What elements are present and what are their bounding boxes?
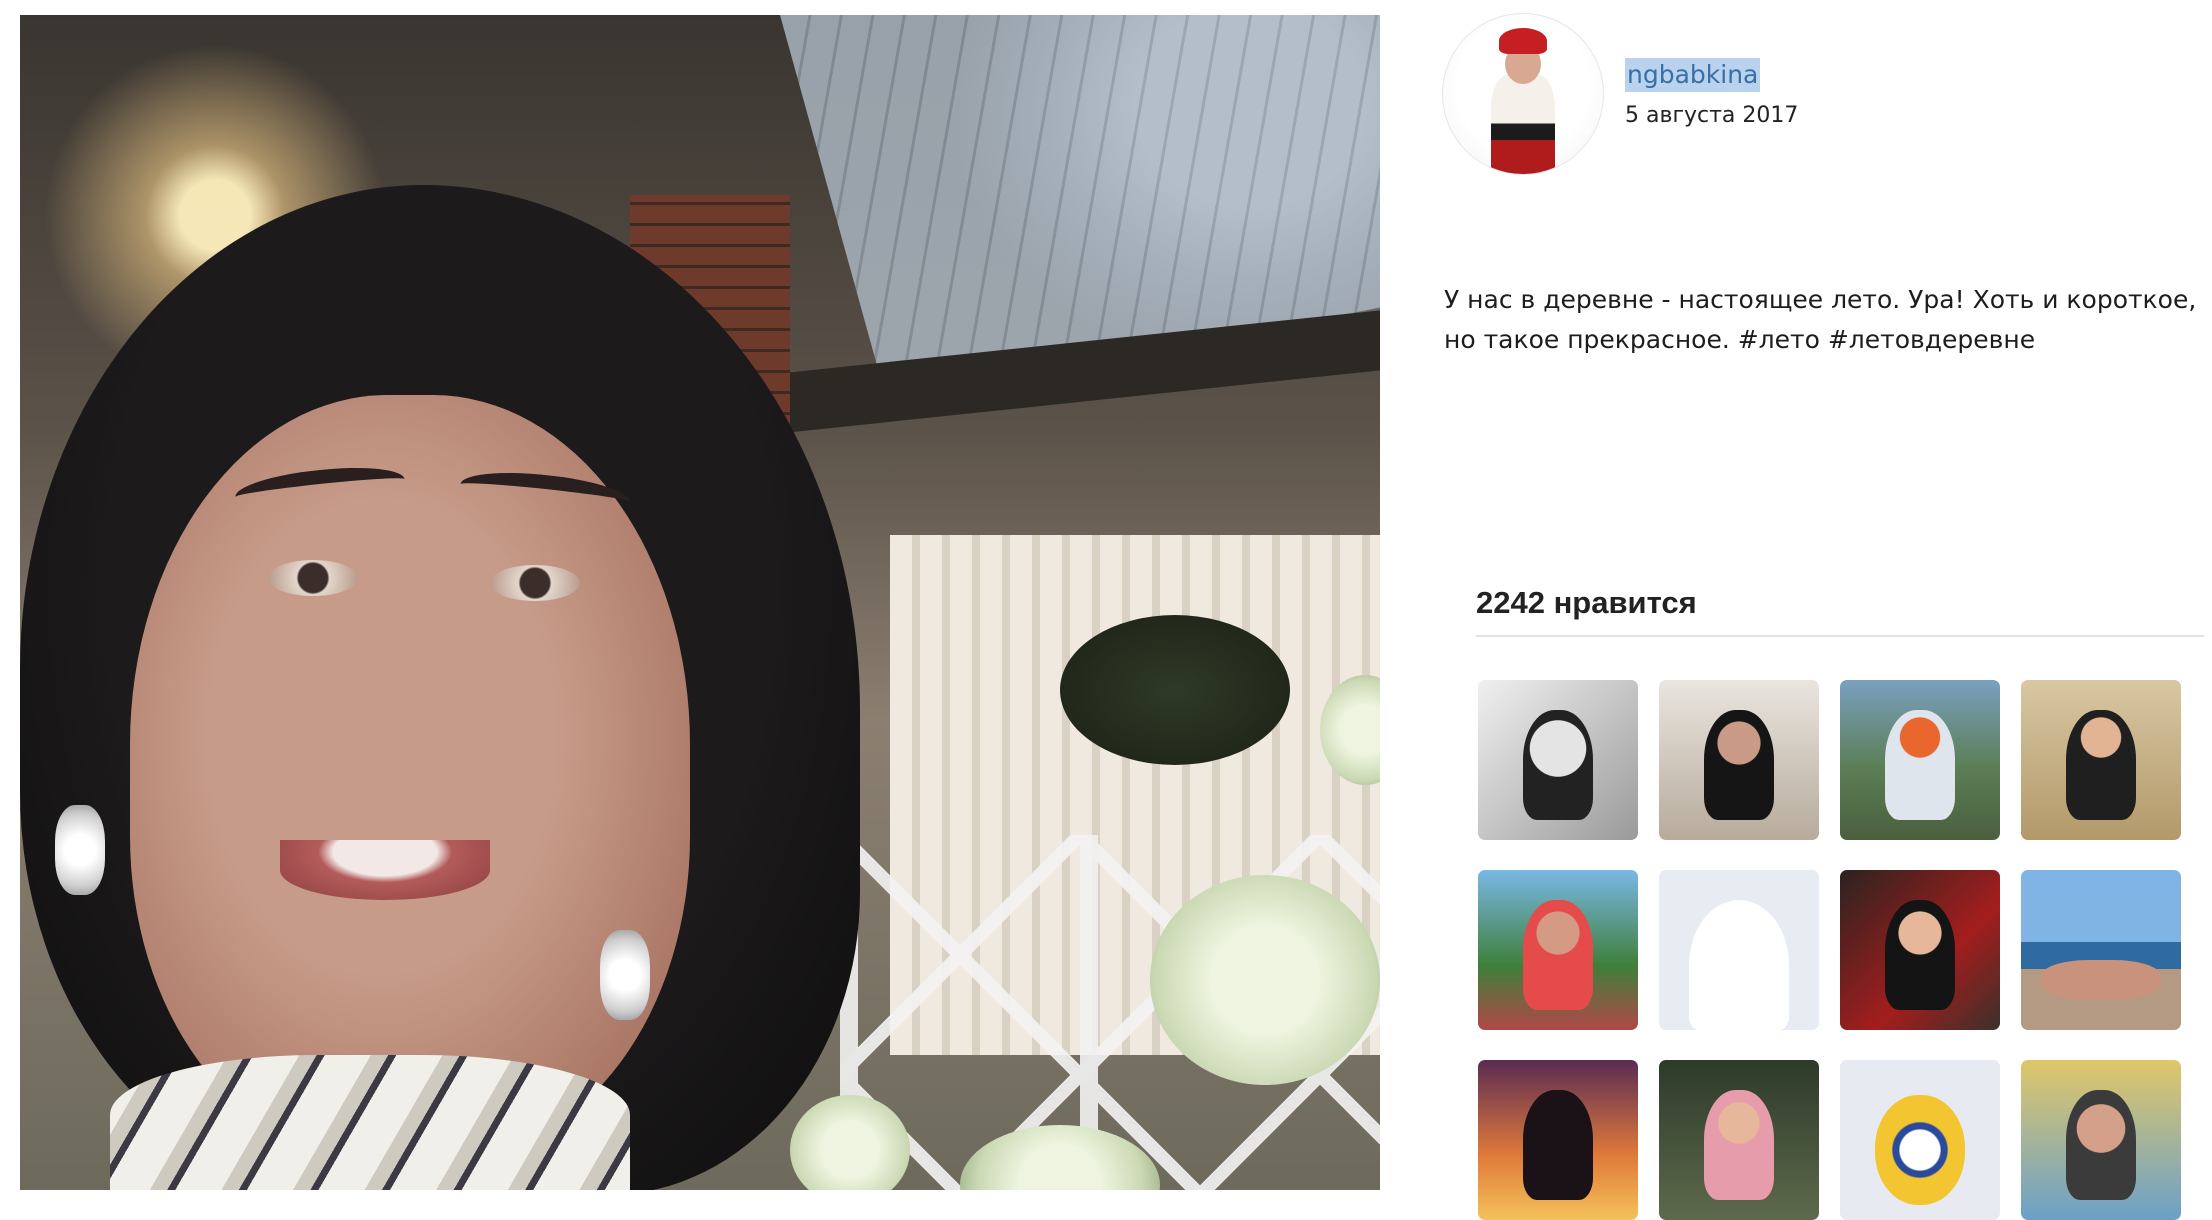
photo-earring [55, 805, 105, 895]
club-crest [1875, 1095, 1965, 1205]
real-madrid-logo[interactable] [1840, 1060, 2000, 1220]
liker-figure [2066, 710, 2136, 820]
username-link[interactable]: ngbabkina [1625, 58, 1761, 92]
liker-figure [1885, 710, 1955, 820]
photo-hanging-plant [1060, 615, 1290, 765]
liker-avatar[interactable] [1478, 1060, 1638, 1220]
photo-mouth [280, 840, 490, 900]
liker-figure [1704, 1090, 1774, 1200]
liker-avatar[interactable] [2021, 680, 2181, 840]
liker-avatar[interactable] [1840, 870, 2000, 1030]
likes-divider [1476, 635, 2204, 637]
default-avatar-icon[interactable] [1659, 870, 1819, 1030]
liker-figure [1523, 710, 1593, 820]
photo-scarf [110, 1055, 630, 1190]
avatar-costume [1491, 74, 1555, 174]
liker-avatar[interactable] [1659, 1060, 1819, 1220]
likes-avatar-grid [1478, 680, 2181, 1220]
liker-figure [1704, 710, 1774, 820]
liker-figure [1885, 900, 1955, 1010]
liker-figure [2041, 960, 2161, 1000]
liker-avatar[interactable] [2021, 1060, 2181, 1220]
default-avatar-silhouette [1689, 900, 1789, 1030]
liker-figure [1523, 1090, 1593, 1200]
liker-avatar[interactable] [1478, 680, 1638, 840]
liker-figure [2066, 1090, 2136, 1200]
profile-avatar[interactable] [1442, 13, 1604, 175]
likes-count-heading: 2242 нравится [1476, 585, 1697, 620]
post-photo[interactable] [20, 15, 1380, 1190]
post-date: 5 августа 2017 [1625, 103, 1799, 128]
liker-avatar[interactable] [1840, 680, 2000, 840]
photo-eye [490, 565, 580, 601]
avatar-headdress [1499, 28, 1547, 54]
liker-avatar[interactable] [1478, 870, 1638, 1030]
photo-hydrangea [1150, 875, 1380, 1085]
liker-figure [1523, 900, 1593, 1010]
liker-avatar[interactable] [1659, 680, 1819, 840]
post-caption: У нас в деревне - настоящее лето. Ура! Х… [1444, 285, 2197, 354]
photo-eye [268, 560, 358, 596]
liker-avatar[interactable] [2021, 870, 2181, 1030]
photo-earring [600, 930, 650, 1020]
